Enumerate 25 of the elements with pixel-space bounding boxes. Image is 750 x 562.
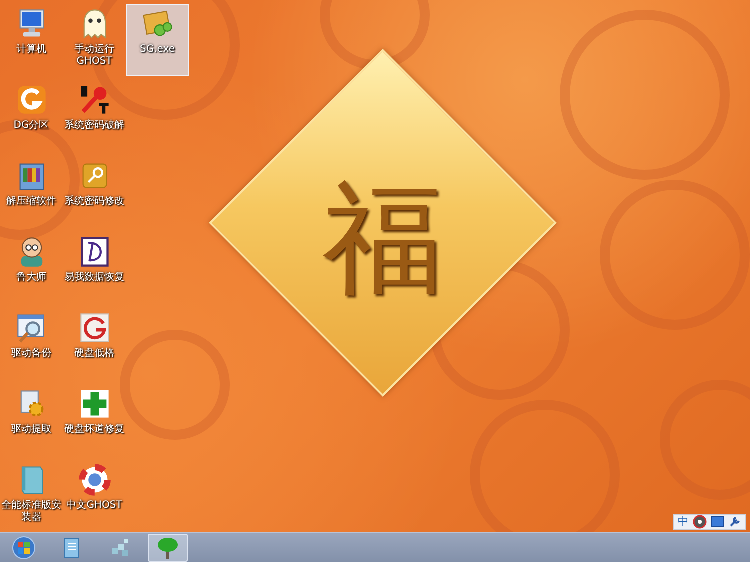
desktop-shortcut[interactable]: 系统密码破解 xyxy=(63,80,126,152)
desktop-shortcut[interactable]: 全能标准版安装器 xyxy=(0,460,63,532)
desktop-shortcut[interactable]: 系统密码修改 xyxy=(63,156,126,228)
desktop-shortcut[interactable]: 驱动备份 xyxy=(0,308,63,380)
disc-icon[interactable] xyxy=(693,515,707,529)
monitor-icon[interactable] xyxy=(711,516,725,528)
start-orb-icon xyxy=(12,536,36,560)
tree-icon xyxy=(156,536,180,560)
desktop-shortcut[interactable]: 硬盘低格 xyxy=(63,308,126,380)
desktop-shortcut[interactable]: 易我数据恢复 xyxy=(63,232,126,304)
desktop-shortcut[interactable]: 驱动提取 xyxy=(0,384,63,456)
taskbar-button[interactable] xyxy=(148,534,188,562)
desktop-shortcut[interactable]: 中文GHOST xyxy=(63,460,126,532)
language-bar[interactable]: 中 xyxy=(673,514,746,530)
desktop-shortcut[interactable]: DG分区 xyxy=(0,80,63,152)
desktop-shortcut[interactable]: 鲁大师 xyxy=(0,232,63,304)
lifebuoy-icon xyxy=(78,463,112,497)
calligraphy-character: 福 xyxy=(322,169,444,311)
desktop-shortcut[interactable]: SG.exe xyxy=(126,4,189,76)
desktop-shortcut[interactable]: 解压缩软件 xyxy=(0,156,63,228)
wrench-icon[interactable] xyxy=(729,516,741,528)
desktop-shortcut[interactable]: 计算机 xyxy=(0,4,63,76)
swirl-tile-icon xyxy=(78,311,112,345)
desktop-shortcut[interactable]: 手动运行GHOST xyxy=(63,4,126,76)
desktop-shortcut[interactable]: 硬盘坏道修复 xyxy=(63,384,126,456)
